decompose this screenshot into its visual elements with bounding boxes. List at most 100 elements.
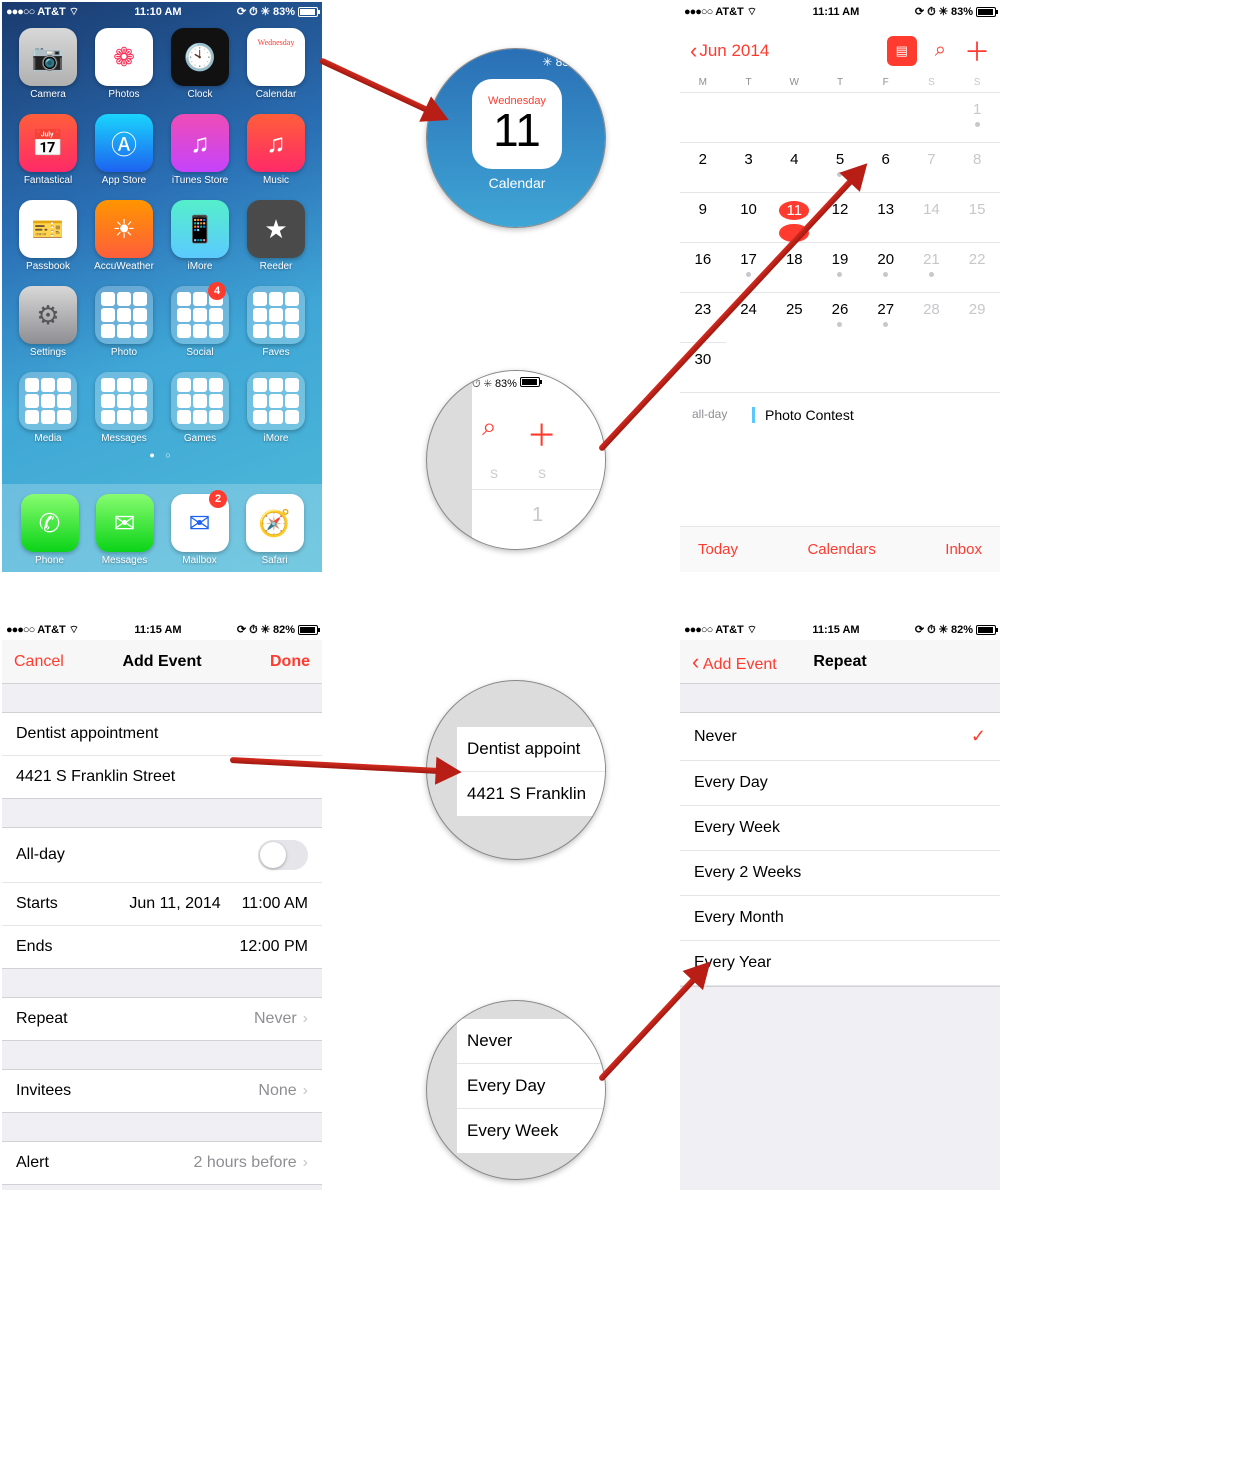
day-cell[interactable]: 22 bbox=[954, 242, 1000, 292]
app-mailbox[interactable]: ✉2Mailbox bbox=[162, 494, 237, 566]
day-cell[interactable]: 3 bbox=[726, 142, 772, 192]
day-cell[interactable]: 29 bbox=[954, 292, 1000, 342]
app-faves[interactable]: Faves bbox=[240, 286, 312, 358]
repeat-option[interactable]: Every Week bbox=[680, 806, 1000, 851]
app-icon: Ⓐ bbox=[95, 114, 153, 172]
day-cell[interactable]: 20 bbox=[863, 242, 909, 292]
day-cell[interactable]: 16 bbox=[680, 242, 726, 292]
status-bar: ●●●○○ AT&T ⌔ 11:10 AM ⟳ ⏱ ✳ 83% bbox=[2, 2, 322, 22]
day-cell[interactable] bbox=[863, 92, 909, 142]
day-cell[interactable]: 6 bbox=[863, 142, 909, 192]
day-cell[interactable]: 19 bbox=[817, 242, 863, 292]
day-cell[interactable]: 30 bbox=[680, 342, 726, 392]
app-games[interactable]: Games bbox=[164, 372, 236, 444]
repeat-option[interactable]: Every Month bbox=[680, 896, 1000, 941]
calendar-toolbar: Today Calendars Inbox bbox=[680, 526, 1000, 572]
app-calendar[interactable]: Wednesday11Calendar bbox=[240, 28, 312, 100]
alert-row[interactable]: Alert 2 hours before› bbox=[2, 1142, 322, 1184]
day-cell[interactable]: 1 bbox=[954, 92, 1000, 142]
day-cell[interactable]: 27 bbox=[863, 292, 909, 342]
view-toggle-button[interactable]: ▤ bbox=[887, 36, 917, 66]
app-clock[interactable]: 🕙Clock bbox=[164, 28, 236, 100]
day-cell[interactable] bbox=[726, 92, 772, 142]
day-cell[interactable] bbox=[909, 92, 955, 142]
app-label: iMore bbox=[187, 261, 212, 272]
day-cell[interactable]: 23 bbox=[680, 292, 726, 342]
day-cell[interactable]: 12 bbox=[817, 192, 863, 242]
day-cell[interactable] bbox=[817, 92, 863, 142]
app-icon: ♫ bbox=[171, 114, 229, 172]
app-accuweather[interactable]: ☀AccuWeather bbox=[88, 200, 160, 272]
app-messages[interactable]: ✉Messages bbox=[87, 494, 162, 566]
app-icon bbox=[19, 372, 77, 430]
app-photo[interactable]: Photo bbox=[88, 286, 160, 358]
day-cell[interactable]: 8 bbox=[954, 142, 1000, 192]
day-cell[interactable]: 24 bbox=[726, 292, 772, 342]
day-cell[interactable]: 7 bbox=[909, 142, 955, 192]
app-camera[interactable]: 📷Camera bbox=[12, 28, 84, 100]
day-cell[interactable]: 21 bbox=[909, 242, 955, 292]
ends-row[interactable]: Ends 12:00 PM bbox=[2, 925, 322, 968]
app-media[interactable]: Media bbox=[12, 372, 84, 444]
app-imore[interactable]: 📱iMore bbox=[164, 200, 236, 272]
app-passbook[interactable]: 🎫Passbook bbox=[12, 200, 84, 272]
day-cell[interactable]: 2 bbox=[680, 142, 726, 192]
day-cell[interactable]: 4 bbox=[771, 142, 817, 192]
app-fantastical[interactable]: 📅Fantastical bbox=[12, 114, 84, 186]
app-label: Settings bbox=[30, 347, 66, 358]
day-cell[interactable]: 5 bbox=[817, 142, 863, 192]
add-event-button[interactable]: ＋ bbox=[964, 32, 990, 69]
repeat-option[interactable]: Every 2 Weeks bbox=[680, 851, 1000, 896]
app-photos[interactable]: ❁Photos bbox=[88, 28, 160, 100]
app-label: Photo bbox=[111, 347, 137, 358]
allday-row[interactable]: All-day bbox=[2, 828, 322, 882]
day-cell[interactable]: 11 bbox=[771, 192, 817, 242]
day-cell[interactable] bbox=[771, 92, 817, 142]
title-input[interactable]: Dentist appointment bbox=[2, 713, 322, 756]
app-label: Social bbox=[186, 347, 213, 358]
app-app-store[interactable]: ⒶApp Store bbox=[88, 114, 160, 186]
app-icon: ☀ bbox=[95, 200, 153, 258]
search-button[interactable]: ⌕ bbox=[935, 39, 946, 62]
day-cell[interactable]: 28 bbox=[909, 292, 955, 342]
back-button[interactable]: ‹ Jun 2014 bbox=[690, 38, 769, 64]
app-reeder[interactable]: ★Reeder bbox=[240, 200, 312, 272]
today-button[interactable]: Today bbox=[698, 541, 738, 558]
app-itunes-store[interactable]: ♫iTunes Store bbox=[164, 114, 236, 186]
app-icon bbox=[247, 372, 305, 430]
day-cell[interactable]: 18 bbox=[771, 242, 817, 292]
day-cell[interactable]: 25 bbox=[771, 292, 817, 342]
day-cell[interactable]: 17 bbox=[726, 242, 772, 292]
app-label: Safari bbox=[261, 555, 287, 566]
day-cell[interactable]: 15 bbox=[954, 192, 1000, 242]
back-button[interactable]: ‹ Add Event bbox=[692, 649, 777, 675]
repeat-option[interactable]: Every Day bbox=[680, 761, 1000, 806]
allday-switch[interactable] bbox=[258, 840, 308, 870]
app-phone[interactable]: ✆Phone bbox=[12, 494, 87, 566]
day-cell[interactable]: 13 bbox=[863, 192, 909, 242]
invitees-row[interactable]: Invitees None› bbox=[2, 1070, 322, 1112]
location-input[interactable]: 4421 S Franklin Street bbox=[2, 756, 322, 798]
day-cell[interactable]: 26 bbox=[817, 292, 863, 342]
inbox-button[interactable]: Inbox bbox=[945, 541, 982, 558]
day-cell[interactable]: 14 bbox=[909, 192, 955, 242]
app-safari[interactable]: 🧭Safari bbox=[237, 494, 312, 566]
app-imore[interactable]: iMore bbox=[240, 372, 312, 444]
app-messages[interactable]: Messages bbox=[88, 372, 160, 444]
event-row[interactable]: all-day Photo Contest bbox=[680, 392, 1000, 437]
app-social[interactable]: 4Social bbox=[164, 286, 236, 358]
done-button[interactable]: Done bbox=[270, 653, 310, 671]
chevron-left-icon: ‹ bbox=[690, 38, 697, 64]
day-cell[interactable] bbox=[680, 92, 726, 142]
calendars-button[interactable]: Calendars bbox=[807, 541, 875, 558]
day-cell[interactable]: 9 bbox=[680, 192, 726, 242]
cancel-button[interactable]: Cancel bbox=[14, 653, 64, 671]
repeat-option[interactable]: Never✓ bbox=[680, 713, 1000, 761]
weekday-label: W bbox=[771, 77, 817, 88]
repeat-option[interactable]: Every Year bbox=[680, 941, 1000, 986]
app-music[interactable]: ♫Music bbox=[240, 114, 312, 186]
repeat-row[interactable]: Repeat Never› bbox=[2, 998, 322, 1040]
day-cell[interactable]: 10 bbox=[726, 192, 772, 242]
app-settings[interactable]: ⚙Settings bbox=[12, 286, 84, 358]
starts-row[interactable]: Starts Jun 11, 2014 11:00 AM bbox=[2, 882, 322, 925]
